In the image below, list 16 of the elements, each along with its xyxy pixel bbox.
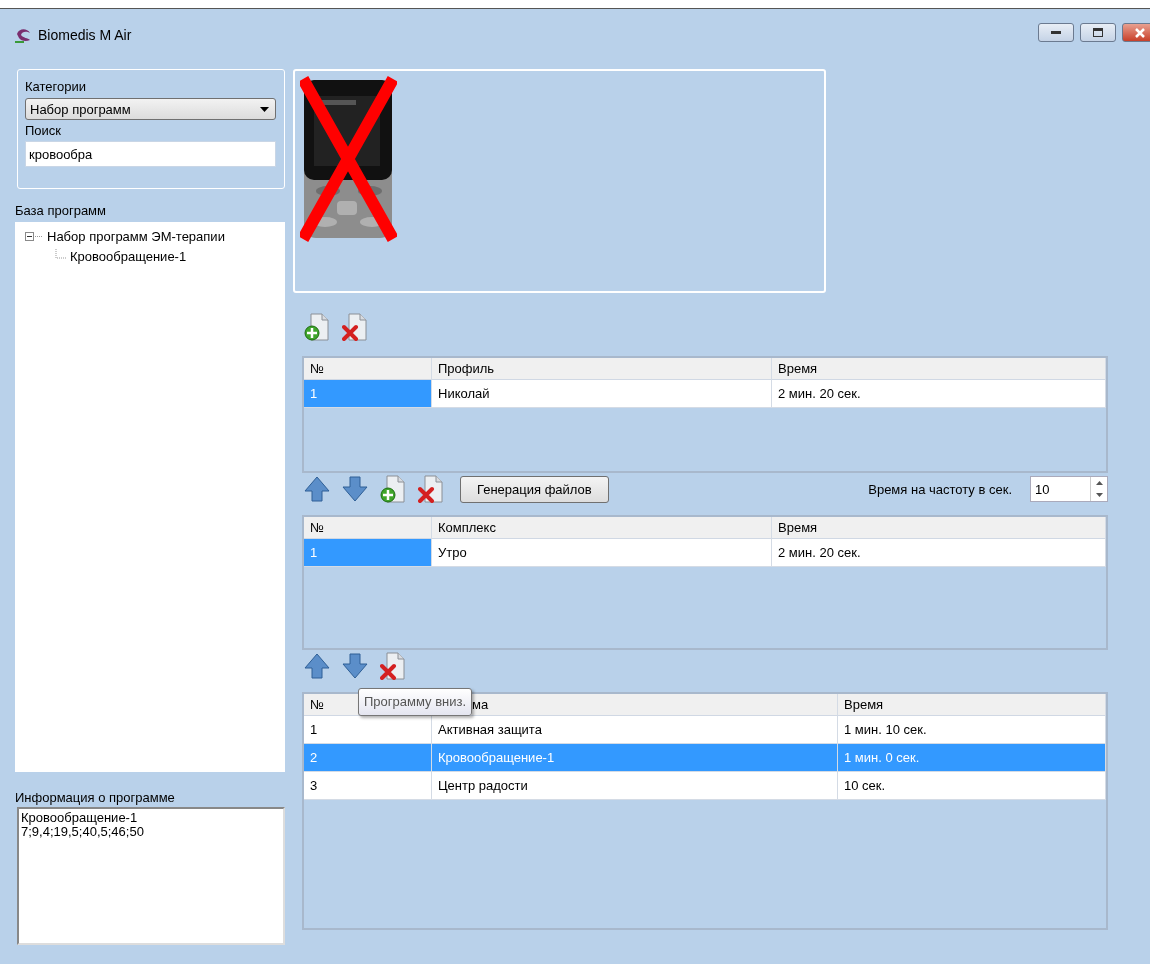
table-cell: 2 мин. 20 сек. (772, 539, 1106, 567)
field-label: Время на частоту в сек. (868, 481, 1012, 497)
section-label: Информация о программе (15, 789, 176, 807)
table-cell: Николай (432, 380, 772, 408)
table-cell: Утро (432, 539, 772, 567)
table-cell: 2 мин. 20 сек. (772, 380, 1106, 408)
table-cell: Центр радости (432, 772, 838, 800)
table-cell: 10 сек. (838, 772, 1106, 800)
field-label: Поиск (25, 122, 63, 140)
window-title: Biomedis M Air (38, 27, 132, 43)
table-cell: 3 (304, 772, 432, 800)
field-label: Категории (25, 78, 87, 96)
section-label: База программ (15, 202, 107, 220)
tooltip: Программу вниз. (358, 688, 473, 716)
table-cell: 1 (304, 380, 432, 408)
table-cell: 1 (304, 539, 432, 567)
